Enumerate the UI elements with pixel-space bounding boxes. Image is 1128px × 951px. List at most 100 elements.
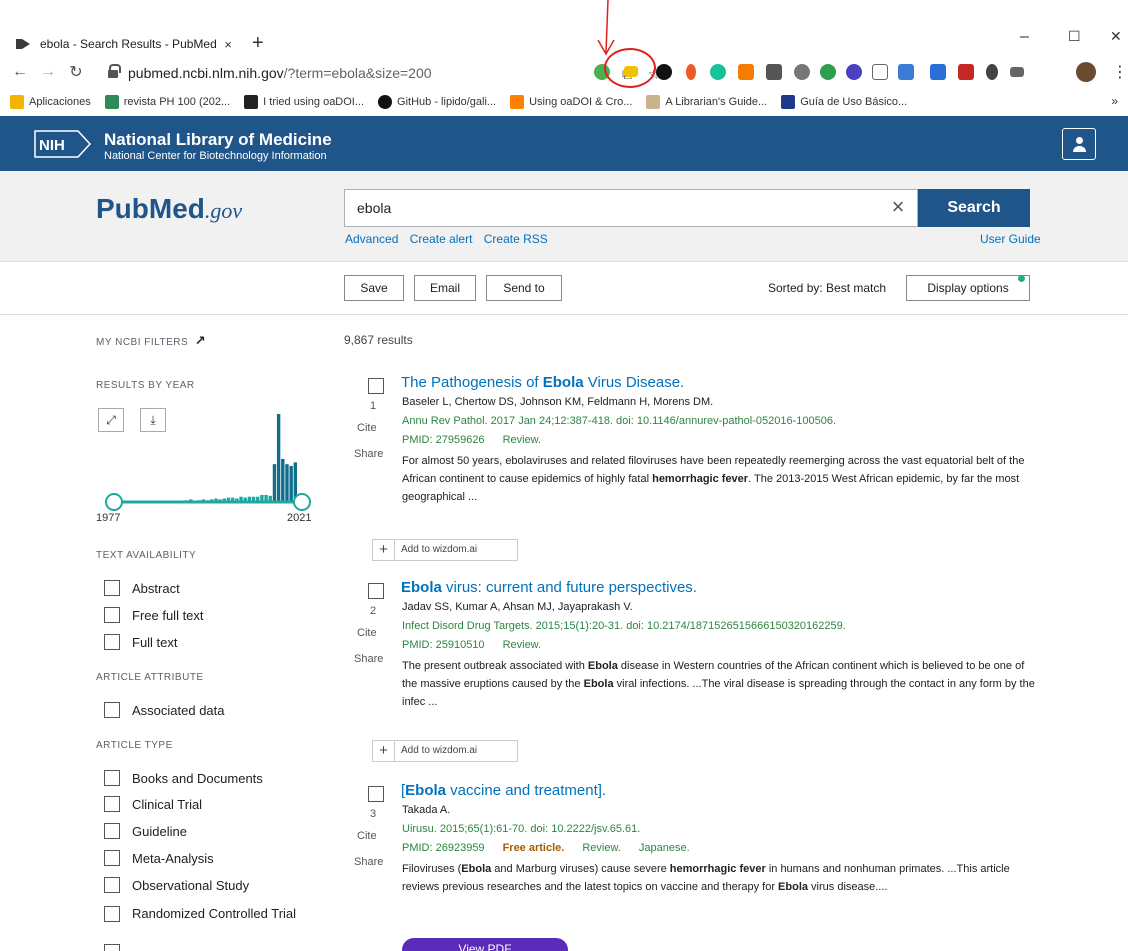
tab-close-icon[interactable]: × — [224, 37, 232, 52]
new-tab-button[interactable]: + — [252, 32, 264, 55]
bookmark-label: I tried using oaDOI... — [263, 96, 365, 108]
checkbox[interactable] — [104, 850, 120, 866]
filter-observational-study[interactable]: Observational Study — [104, 877, 249, 893]
nlm-title[interactable]: National Library of Medicine — [104, 130, 332, 150]
filter-abstract[interactable]: Abstract — [104, 580, 180, 596]
filter-clinical-trial[interactable]: Clinical Trial — [104, 796, 202, 812]
clear-search-icon[interactable]: × — [878, 189, 918, 227]
address-bar[interactable]: pubmed.ncbi.nlm.nih.gov/?term=ebola&size… — [98, 60, 660, 86]
profile-avatar[interactable] — [1076, 62, 1096, 82]
checkbox[interactable] — [104, 906, 120, 922]
share-button[interactable]: Share — [354, 653, 383, 665]
extension-diamond-icon[interactable] — [820, 64, 836, 80]
results-by-year-chart[interactable] — [96, 408, 316, 520]
bookmark-item[interactable]: revista PH 100 (202... — [104, 95, 230, 109]
checkbox[interactable] — [104, 877, 120, 893]
checkbox[interactable] — [104, 607, 120, 623]
checkbox[interactable] — [104, 770, 120, 786]
add-to-wizdom-button[interactable]: + Add to wizdom.ai — [372, 539, 518, 561]
bookmark-item[interactable]: Guía de Uso Básico... — [781, 95, 907, 109]
forward-button[interactable]: → — [40, 63, 56, 81]
close-window-button[interactable]: ✕ — [1110, 28, 1122, 45]
minimize-button[interactable]: – — [1020, 28, 1029, 46]
extension-pdf-icon[interactable] — [958, 64, 974, 80]
account-button[interactable] — [1062, 128, 1096, 160]
result-checkbox[interactable] — [368, 583, 384, 599]
checkbox[interactable] — [104, 580, 120, 596]
year-bar[interactable] — [281, 458, 285, 502]
cite-button[interactable]: Cite — [357, 422, 377, 434]
year-slider-end-handle[interactable] — [293, 493, 311, 511]
reload-button[interactable]: ↻ — [68, 62, 84, 82]
extension-new-icon[interactable] — [898, 64, 914, 80]
checkbox[interactable] — [104, 944, 120, 951]
publication-type: Review. — [502, 639, 542, 651]
back-button[interactable]: ← — [12, 63, 28, 81]
display-options-button[interactable]: Display options — [906, 275, 1030, 301]
sort-selector[interactable]: Sorted by: Best match — [768, 281, 886, 295]
share-button[interactable]: Share — [354, 448, 383, 460]
year-bar[interactable] — [272, 464, 277, 502]
result-checkbox[interactable] — [368, 378, 384, 394]
checkbox[interactable] — [104, 823, 120, 839]
maximize-button[interactable]: ☐ — [1068, 28, 1081, 45]
extension-dark-icon[interactable] — [656, 64, 672, 80]
share-button[interactable]: Share — [354, 856, 383, 868]
filter-associated-data[interactable]: Associated data — [104, 702, 225, 718]
result-checkbox[interactable] — [368, 786, 384, 802]
my-ncbi-filters-heading[interactable]: MY NCBI FILTERS ↗ — [96, 333, 206, 349]
bookmark-item[interactable]: A Librarian's Guide... — [646, 95, 767, 109]
create-alert-link[interactable]: Create alert — [410, 232, 473, 246]
add-to-wizdom-button[interactable]: + Add to wizdom.ai — [372, 740, 518, 762]
filter-full-text[interactable]: Full text — [104, 634, 178, 650]
result-title[interactable]: Ebola virus: current and future perspect… — [401, 579, 697, 596]
browser-menu-icon[interactable]: ⋮ — [1112, 62, 1128, 82]
email-button[interactable]: Email — [414, 275, 476, 301]
extension-m-icon[interactable] — [872, 64, 888, 80]
checkbox[interactable] — [104, 634, 120, 650]
bookmark-item[interactable]: I tried using oaDOI... — [244, 95, 364, 109]
extension-en-icon[interactable] — [846, 64, 862, 80]
plus-icon: + — [373, 540, 395, 560]
bookmark-item[interactable]: Aplicaciones — [10, 95, 91, 109]
user-guide-link[interactable]: User Guide — [980, 232, 1041, 246]
filter-guideline[interactable]: Guideline — [104, 823, 187, 839]
cite-button[interactable]: Cite — [357, 627, 377, 639]
bookmarks-overflow-icon[interactable]: » — [1111, 94, 1118, 108]
nih-logo[interactable]: NIH — [34, 130, 92, 158]
save-button[interactable]: Save — [344, 275, 404, 301]
extensions-puzzle-icon[interactable] — [986, 64, 998, 80]
filter-rct[interactable]: Randomized Controlled Trial — [104, 906, 304, 922]
create-rss-link[interactable]: Create RSS — [484, 232, 548, 246]
send-to-button[interactable]: Send to — [486, 275, 562, 301]
cite-button[interactable]: Cite — [357, 830, 377, 842]
filter-next[interactable] — [104, 944, 132, 951]
filter-free-full-text[interactable]: Free full text — [104, 607, 204, 623]
result-title[interactable]: The Pathogenesis of Ebola Virus Disease. — [401, 374, 684, 391]
grammarly-icon[interactable] — [710, 64, 726, 80]
pubmed-logo[interactable]: PubMed.gov — [96, 193, 242, 225]
extension-200-icon[interactable] — [766, 64, 782, 80]
result-number: 3 — [370, 808, 377, 820]
checkbox[interactable] — [104, 702, 120, 718]
filter-books-documents[interactable]: Books and Documents — [104, 770, 263, 786]
search-input[interactable]: ebola — [344, 189, 918, 227]
view-pdf-button[interactable]: View PDF — [402, 938, 568, 951]
year-bar[interactable] — [276, 414, 281, 502]
bookmark-item[interactable]: GitHub - lipido/gali... — [378, 95, 496, 109]
year-bar[interactable] — [289, 465, 293, 502]
reading-list-icon[interactable] — [1010, 67, 1024, 77]
browser-tab[interactable]: ebola - Search Results - PubMed × — [8, 30, 240, 58]
result-title[interactable]: [Ebola vaccine and treatment]. — [401, 782, 606, 799]
search-button[interactable]: Search — [918, 189, 1030, 227]
extension-grey-icon[interactable] — [794, 64, 810, 80]
extension-sc-icon[interactable] — [738, 64, 754, 80]
checkbox[interactable] — [104, 796, 120, 812]
year-bar[interactable] — [285, 464, 289, 502]
year-slider-start-handle[interactable] — [105, 493, 123, 511]
bookmark-item[interactable]: Using oaDOI & Cro... — [510, 95, 632, 109]
extension-orange-icon[interactable] — [686, 64, 696, 80]
advanced-link[interactable]: Advanced — [345, 232, 398, 246]
extension-d-icon[interactable] — [930, 64, 946, 80]
filter-meta-analysis[interactable]: Meta-Analysis — [104, 850, 214, 866]
